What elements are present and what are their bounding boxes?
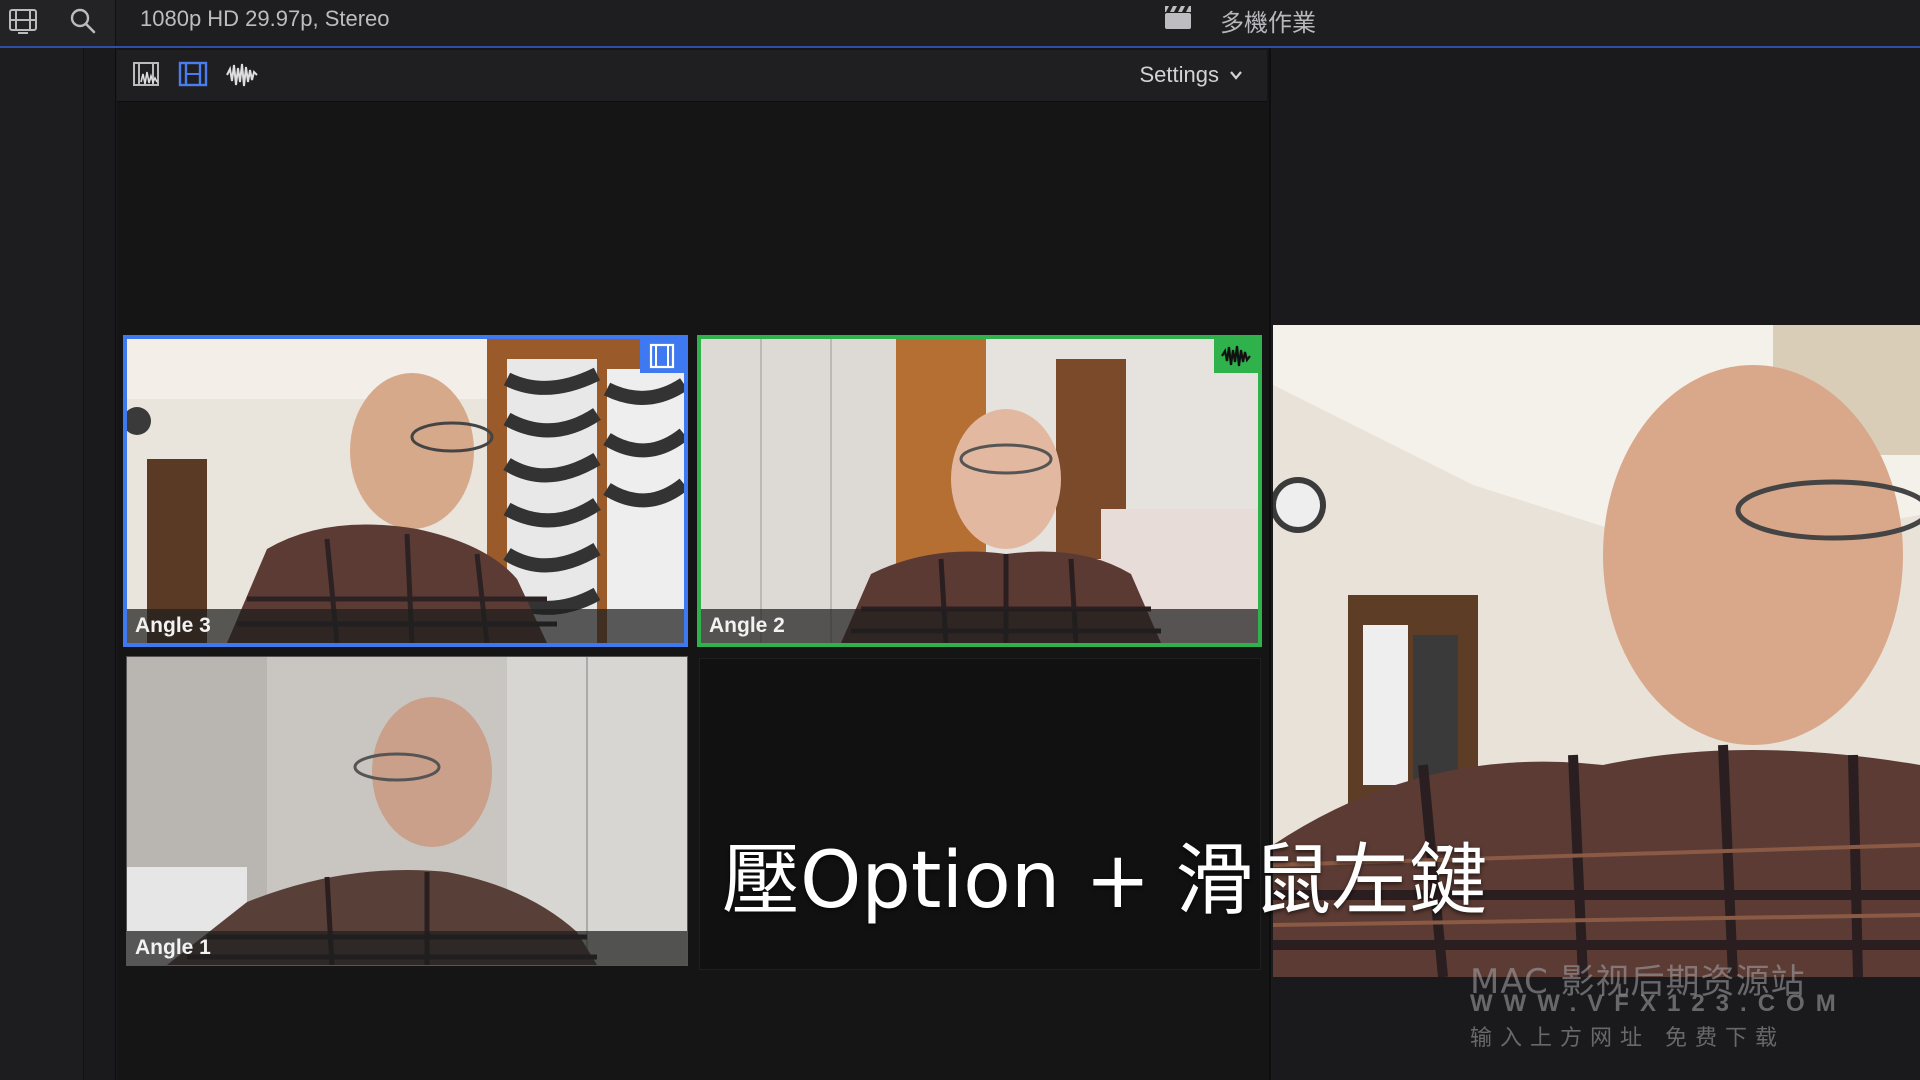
multicam-editor-window: 1080p HD 29.97p, Stereo 多機作業 Settings An… xyxy=(0,0,1920,1080)
watermark-line-3: 输入上方网址 免费下载 xyxy=(1470,1026,1785,1051)
video-switch-badge xyxy=(640,339,684,373)
angle-1-thumbnail xyxy=(127,657,687,965)
sidebar-divider-panel xyxy=(85,48,116,1080)
waveform-icon xyxy=(1221,345,1251,367)
angle-tile-1[interactable]: Angle 1 xyxy=(126,656,688,966)
top-left-tools xyxy=(0,0,116,46)
tutorial-caption: 壓Option + 滑鼠左鍵 xyxy=(722,836,1488,926)
angle-2-thumbnail xyxy=(701,339,1258,643)
filmstrip-icon xyxy=(649,343,675,369)
video-only-switch-icon[interactable] xyxy=(177,60,211,92)
angle-3-label: Angle 3 xyxy=(135,614,211,637)
angle-viewer-toolbar: Settings xyxy=(117,50,1267,102)
clapper-icon xyxy=(1162,2,1194,34)
filmstrip-browser-icon[interactable] xyxy=(6,4,40,38)
multicam-clip-title: 多機作業 xyxy=(1220,9,1316,37)
search-icon[interactable] xyxy=(66,4,100,38)
angle-tile-3[interactable]: Angle 3 xyxy=(123,335,688,647)
sidebar-panel xyxy=(0,48,84,1080)
video-audio-switch-icon[interactable] xyxy=(131,60,165,92)
top-bar: 1080p HD 29.97p, Stereo 多機作業 xyxy=(0,0,1920,48)
angle-2-label: Angle 2 xyxy=(709,614,785,637)
angle-1-label: Angle 1 xyxy=(135,936,211,959)
settings-dropdown[interactable]: Settings xyxy=(1140,62,1244,88)
project-format-text: 1080p HD 29.97p, Stereo xyxy=(140,6,390,31)
angle-3-thumbnail xyxy=(127,339,684,643)
chevron-down-icon xyxy=(1230,71,1242,80)
angle-tile-2[interactable]: Angle 2 xyxy=(697,335,1262,647)
audio-only-switch-icon[interactable] xyxy=(225,60,259,92)
audio-switch-badge xyxy=(1214,339,1258,373)
settings-label: Settings xyxy=(1139,62,1220,87)
angle-label-bar xyxy=(127,931,687,965)
watermark-line-2: WWW.VFX123.COM xyxy=(1470,990,1847,1017)
